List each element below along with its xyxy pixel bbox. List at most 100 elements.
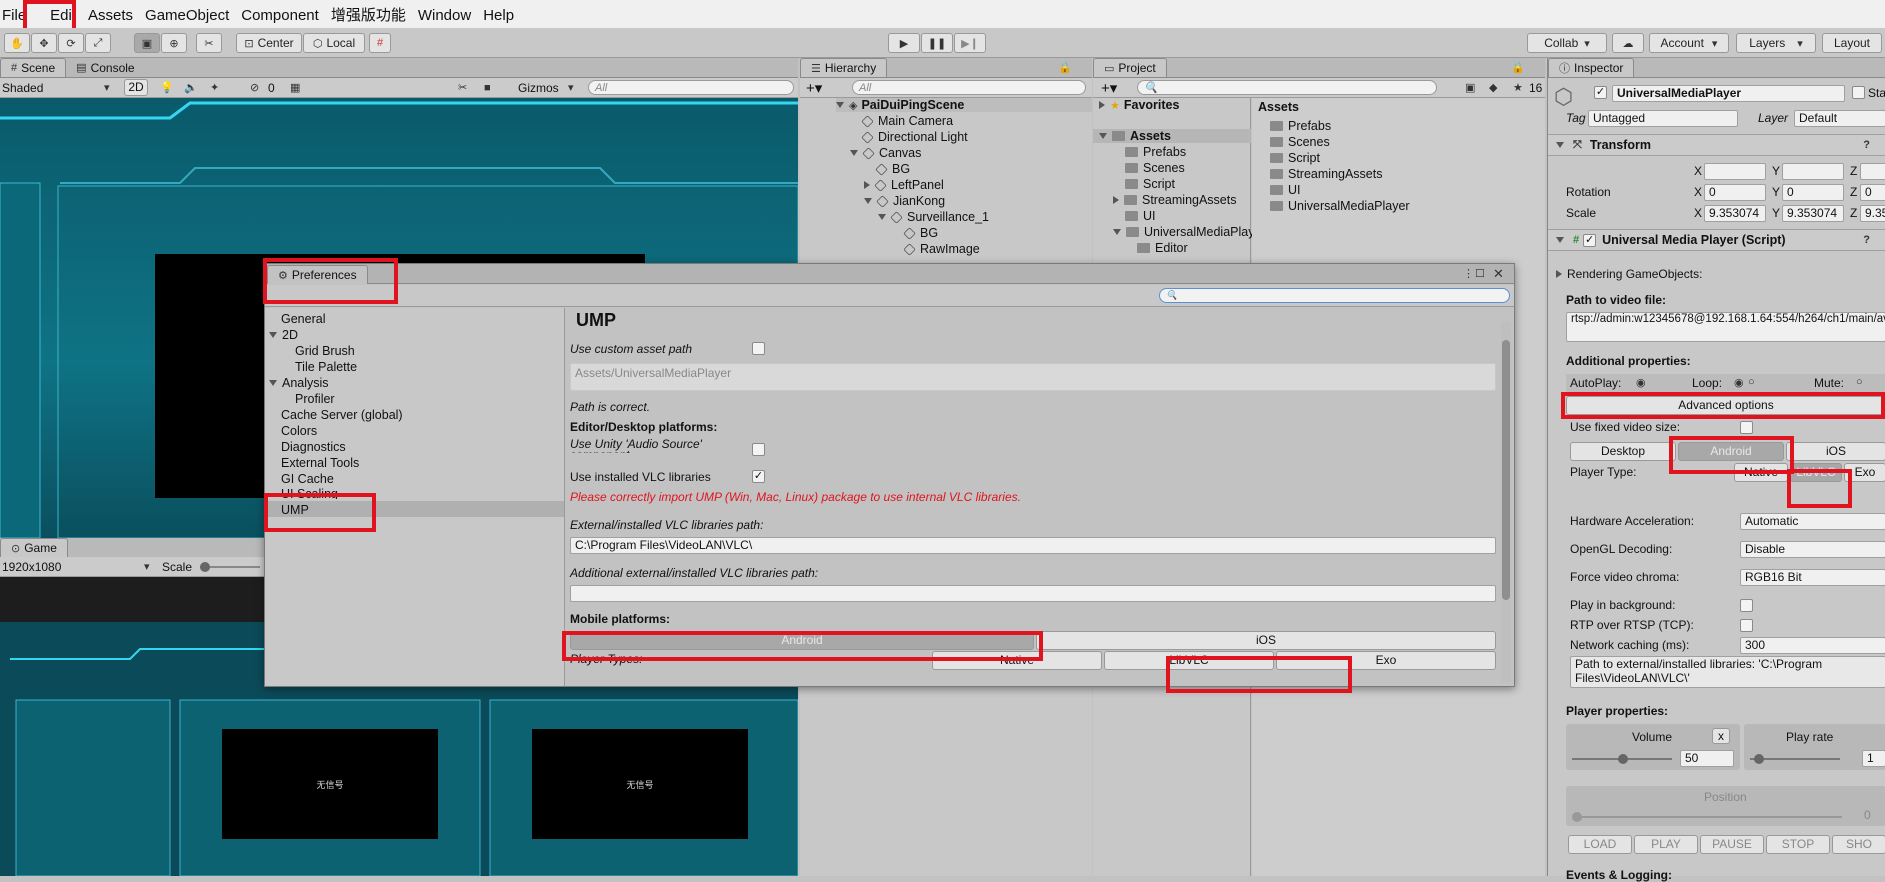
pause-button[interactable]: ❚❚ bbox=[921, 33, 953, 53]
play-rate-field[interactable]: 1 bbox=[1862, 750, 1885, 767]
player-libvlc-button[interactable]: LibVLC bbox=[1790, 463, 1842, 482]
help-icon[interactable]: ? bbox=[1863, 139, 1870, 151]
project-search-input[interactable]: 🔍 bbox=[1137, 80, 1437, 95]
tab-game[interactable]: ⊙ Game bbox=[0, 538, 68, 557]
camera-icon[interactable]: ■ bbox=[484, 82, 491, 94]
list-item[interactable]: BG bbox=[875, 162, 910, 176]
menu-file[interactable]: File bbox=[0, 0, 32, 28]
favorites-item[interactable]: ★ Favorites bbox=[1099, 98, 1179, 112]
list-item[interactable]: LeftPanel bbox=[864, 178, 944, 192]
play-rate-slider-handle[interactable] bbox=[1754, 754, 1764, 764]
list-item[interactable]: Prefabs bbox=[1125, 145, 1186, 159]
scale-tool-button[interactable]: ⤢ bbox=[85, 33, 111, 53]
preferences-scrollbar[interactable] bbox=[1501, 322, 1511, 682]
filter-icon[interactable]: ▣ bbox=[1465, 81, 1475, 94]
shading-dropdown[interactable]: Shaded bbox=[2, 81, 43, 95]
loop-radio[interactable]: ◉ bbox=[1734, 376, 1744, 389]
list-item[interactable]: UniversalMediaPlayer bbox=[1270, 199, 1410, 213]
nav-gi-cache[interactable]: GI Cache bbox=[281, 472, 334, 486]
mobile-android-button[interactable]: Android bbox=[570, 631, 1034, 650]
lock-icon[interactable]: 🔒 bbox=[1511, 61, 1525, 74]
position-slider-track[interactable] bbox=[1572, 816, 1842, 818]
menu-component[interactable]: Component bbox=[235, 0, 325, 28]
menu-assets[interactable]: Assets bbox=[82, 0, 139, 28]
grid-icon[interactable]: ▦ bbox=[290, 81, 300, 94]
custom-tool-button[interactable]: ✂ bbox=[196, 33, 222, 53]
account-button[interactable]: Account ▾ bbox=[1649, 33, 1729, 53]
breadcrumb[interactable]: Assets bbox=[1258, 100, 1299, 114]
preferences-search-input[interactable]: 🔍 bbox=[1159, 288, 1510, 303]
create-button[interactable]: +▾ bbox=[1101, 79, 1117, 97]
volume-slider-handle[interactable] bbox=[1618, 754, 1628, 764]
menu-enhanced[interactable]: 增强版功能 bbox=[325, 0, 412, 28]
nav-ui-scaling[interactable]: UI Scaling bbox=[281, 488, 338, 499]
menu-window[interactable]: Window bbox=[412, 0, 477, 28]
fixed-size-checkbox[interactable] bbox=[1740, 421, 1753, 434]
star-icon[interactable]: ★ bbox=[1513, 81, 1523, 94]
grid-snap-button[interactable]: # bbox=[369, 33, 391, 53]
platform-desktop-button[interactable]: Desktop bbox=[1570, 442, 1676, 461]
rotate-tool-button[interactable]: ⟳ bbox=[58, 33, 84, 53]
volume-reset-button[interactable]: x bbox=[1712, 728, 1730, 744]
scrollbar-thumb[interactable] bbox=[1502, 340, 1510, 600]
static-checkbox[interactable] bbox=[1852, 86, 1865, 99]
list-item[interactable]: StreamingAssets bbox=[1270, 167, 1382, 181]
list-item[interactable]: Script bbox=[1125, 177, 1175, 191]
list-item[interactable]: JianKong bbox=[864, 194, 945, 208]
cloud-button[interactable]: ☁ bbox=[1612, 33, 1644, 53]
component-enabled-checkbox[interactable]: ✓ bbox=[1583, 233, 1597, 247]
nav-2d[interactable]: 2D bbox=[269, 328, 298, 342]
tab-console[interactable]: ▤ Console bbox=[66, 58, 144, 77]
nav-diagnostics[interactable]: Diagnostics bbox=[281, 440, 346, 454]
list-item[interactable]: BG bbox=[903, 226, 938, 240]
assets-item[interactable]: Assets bbox=[1093, 129, 1251, 143]
installed-vlc-checkbox[interactable]: ✓ bbox=[752, 470, 765, 483]
tools-icon[interactable]: ✂ bbox=[458, 81, 467, 94]
position-x-field[interactable] bbox=[1704, 163, 1766, 180]
mobile-libvlc-button[interactable]: LibVLC bbox=[1104, 651, 1274, 670]
nav-external-tools[interactable]: External Tools bbox=[281, 456, 359, 470]
list-item[interactable]: Prefabs bbox=[1270, 119, 1331, 133]
caching-field[interactable]: 300 bbox=[1740, 637, 1885, 654]
list-item[interactable]: RawImage bbox=[903, 242, 980, 256]
nav-cache-server[interactable]: Cache Server (global) bbox=[281, 408, 403, 422]
pivot-local-button[interactable]: ⬡ Local bbox=[303, 33, 365, 53]
list-item[interactable]: Main Camera bbox=[861, 114, 953, 128]
position-slider-handle[interactable] bbox=[1572, 812, 1582, 822]
opengl-dropdown[interactable]: Disable bbox=[1740, 541, 1885, 558]
layer-dropdown[interactable]: Default bbox=[1794, 110, 1885, 127]
scale-z-field[interactable]: 9.353 bbox=[1860, 205, 1885, 222]
maximize-icon[interactable]: ☐ bbox=[1475, 267, 1485, 280]
load-button[interactable]: LOAD bbox=[1568, 835, 1632, 854]
rendering-objects-foldout[interactable]: Rendering GameObjects: bbox=[1556, 267, 1702, 281]
tab-project[interactable]: ▭ Project bbox=[1093, 58, 1167, 77]
lock-icon[interactable]: 🔒 bbox=[1058, 61, 1072, 74]
player-exo-button[interactable]: Exo bbox=[1844, 463, 1885, 482]
ext-path-field[interactable]: C:\Program Files\VideoLAN\VLC\ bbox=[570, 537, 1496, 554]
rotation-y-field[interactable]: 0 bbox=[1782, 184, 1844, 201]
pivot-center-button[interactable]: ⊡ Center bbox=[236, 33, 302, 53]
list-item[interactable]: UniversalMediaPlay bbox=[1113, 225, 1254, 239]
hidden-icon[interactable]: ⊘ bbox=[250, 81, 259, 94]
scene-search-input[interactable]: All bbox=[588, 80, 794, 95]
create-button[interactable]: +▾ bbox=[806, 79, 822, 97]
rotation-z-field[interactable]: 0 bbox=[1860, 184, 1885, 201]
scale-x-field[interactable]: 9.353074 bbox=[1704, 205, 1766, 222]
pause-media-button[interactable]: PAUSE bbox=[1700, 835, 1764, 854]
add-path-field[interactable] bbox=[570, 585, 1496, 602]
rtp-checkbox[interactable] bbox=[1740, 619, 1753, 632]
list-item[interactable]: Editor bbox=[1137, 241, 1188, 255]
video-path-field[interactable]: rtsp://admin:w12345678@192.168.1.64:554/… bbox=[1566, 312, 1885, 342]
list-item[interactable]: UI bbox=[1270, 183, 1301, 197]
2d-toggle[interactable]: 2D bbox=[124, 79, 148, 96]
advanced-options-button[interactable]: Advanced options bbox=[1566, 396, 1885, 415]
move-tool-button[interactable]: ✥ bbox=[31, 33, 57, 53]
label-icon[interactable]: ◆ bbox=[1489, 81, 1497, 94]
snapshot-button[interactable]: SHO bbox=[1832, 835, 1885, 854]
nav-analysis[interactable]: Analysis bbox=[269, 376, 329, 390]
hw-accel-dropdown[interactable]: Automatic bbox=[1740, 513, 1885, 530]
effects-icon[interactable]: ✦ bbox=[210, 81, 219, 94]
nav-colors[interactable]: Colors bbox=[281, 424, 317, 438]
chroma-dropdown[interactable]: RGB16 Bit bbox=[1740, 569, 1885, 586]
nav-general[interactable]: General bbox=[281, 312, 325, 326]
